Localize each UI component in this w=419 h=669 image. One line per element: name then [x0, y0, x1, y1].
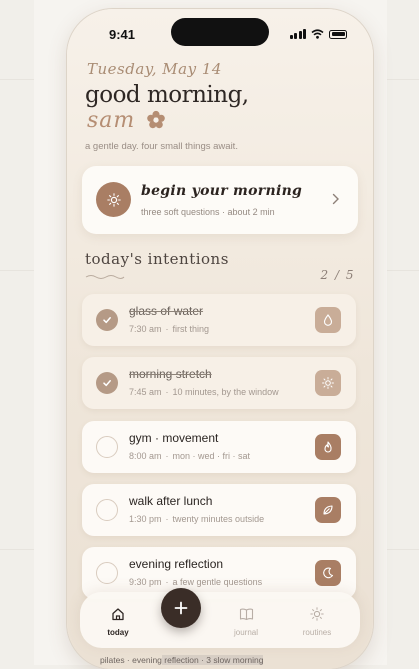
checked-checkbox[interactable] — [96, 309, 118, 331]
intention-icon-badge — [315, 370, 341, 396]
signal-icon — [289, 29, 306, 39]
intention-item[interactable]: glass of water 7:30 am · first thing — [82, 294, 356, 346]
intention-meta: 7:30 am · first thing — [129, 324, 210, 334]
sun-badge — [96, 182, 131, 217]
book-icon — [239, 608, 253, 621]
check-icon — [103, 380, 111, 387]
intention-meta: 8:00 am · mon · wed · fri · sat — [129, 451, 251, 461]
sun-icon — [322, 377, 334, 389]
flame-icon — [324, 441, 332, 453]
intention-item[interactable]: morning stretch 7:45 am · 10 minutes, by th… — [82, 357, 356, 409]
tab-routines-label: routines — [302, 628, 332, 637]
sun-icon — [106, 192, 121, 207]
tab-journal[interactable]: journal — [218, 606, 274, 637]
intentions-title: today's intentions — [85, 250, 229, 268]
moon-icon — [323, 567, 334, 579]
intention-item[interactable]: gym · movement 8:00 am · mon · wed · fri · … — [82, 421, 356, 473]
status-time: 9:41 — [109, 27, 136, 42]
intention-time: 1:30 pm — [129, 514, 162, 524]
check-icon — [103, 317, 111, 324]
intention-detail: a few gentle questions — [172, 577, 263, 587]
intention-icon-badge — [315, 307, 341, 333]
intention-time: 7:30 am — [129, 324, 162, 334]
list-peek-text: pilates · evening reflection · 3 slow mo… — [100, 655, 264, 665]
chevron-right-icon — [332, 193, 339, 205]
intention-detail: first thing — [172, 324, 210, 334]
tab-today-label: today — [107, 628, 129, 637]
wifi-icon — [311, 29, 324, 39]
intention-meta: 7:45 am · 10 minutes, by the window — [129, 387, 279, 397]
add-intention-button[interactable] — [161, 588, 201, 628]
intention-meta: 1:30 pm · twenty minutes outside — [129, 514, 265, 524]
intention-meta: 9:30 pm · a few gentle questions — [129, 577, 263, 587]
greeting: good morning, — [85, 82, 249, 108]
day-subtitle: a gentle day. four small things await. — [85, 141, 238, 152]
intention-detail: 10 minutes, by the window — [172, 387, 279, 397]
home-icon — [112, 608, 124, 621]
begin-morning-card[interactable]: begin your morning three soft questions … — [82, 166, 358, 234]
intention-title: gym · movement — [129, 431, 219, 445]
checked-checkbox[interactable] — [96, 372, 118, 394]
intention-icon-badge — [315, 434, 341, 460]
intention-time: 8:00 am — [129, 451, 162, 461]
tab-journal-label: journal — [233, 628, 258, 637]
squiggle-divider — [85, 275, 125, 279]
intention-time: 7:45 am — [129, 387, 162, 397]
user-name: sam — [87, 108, 136, 133]
intention-title: evening reflection — [129, 557, 224, 571]
intention-detail: twenty minutes outside — [172, 514, 265, 524]
intention-item[interactable]: walk after lunch 1:30 pm · twenty minutes o… — [82, 484, 356, 536]
sun-icon — [310, 607, 324, 621]
water-drop-icon — [323, 314, 333, 326]
unchecked-checkbox[interactable] — [96, 436, 118, 458]
tab-routines[interactable]: routines — [289, 606, 345, 637]
tab-today[interactable]: today — [90, 606, 146, 637]
intention-icon-badge — [315, 560, 341, 586]
unchecked-checkbox[interactable] — [96, 499, 118, 521]
intention-title: morning stretch — [129, 367, 212, 381]
dynamic-island — [171, 18, 269, 46]
date-label: Tuesday, May 14 — [87, 60, 222, 78]
flower-icon — [147, 110, 165, 129]
intentions-counter: 2 / 5 — [320, 268, 355, 282]
unchecked-checkbox[interactable] — [96, 562, 118, 584]
phone-frame: 9:41 Tuesday, May 14 good morning, sam a… — [67, 9, 373, 669]
status-icons — [289, 29, 347, 39]
morning-card-subtitle: three soft questions · about 2 min — [141, 207, 275, 217]
morning-card-title: begin your morning — [141, 183, 303, 199]
leaf-icon — [323, 505, 333, 515]
intention-title: glass of water — [129, 304, 204, 318]
intention-icon-badge — [315, 497, 341, 523]
plus-icon — [174, 601, 188, 615]
intention-time: 9:30 pm — [129, 577, 162, 587]
battery-icon — [329, 29, 347, 39]
intention-detail: mon · wed · fri · sat — [172, 451, 251, 461]
tab-bar: today journal routines — [80, 588, 360, 648]
intention-title: walk after lunch — [129, 494, 213, 508]
